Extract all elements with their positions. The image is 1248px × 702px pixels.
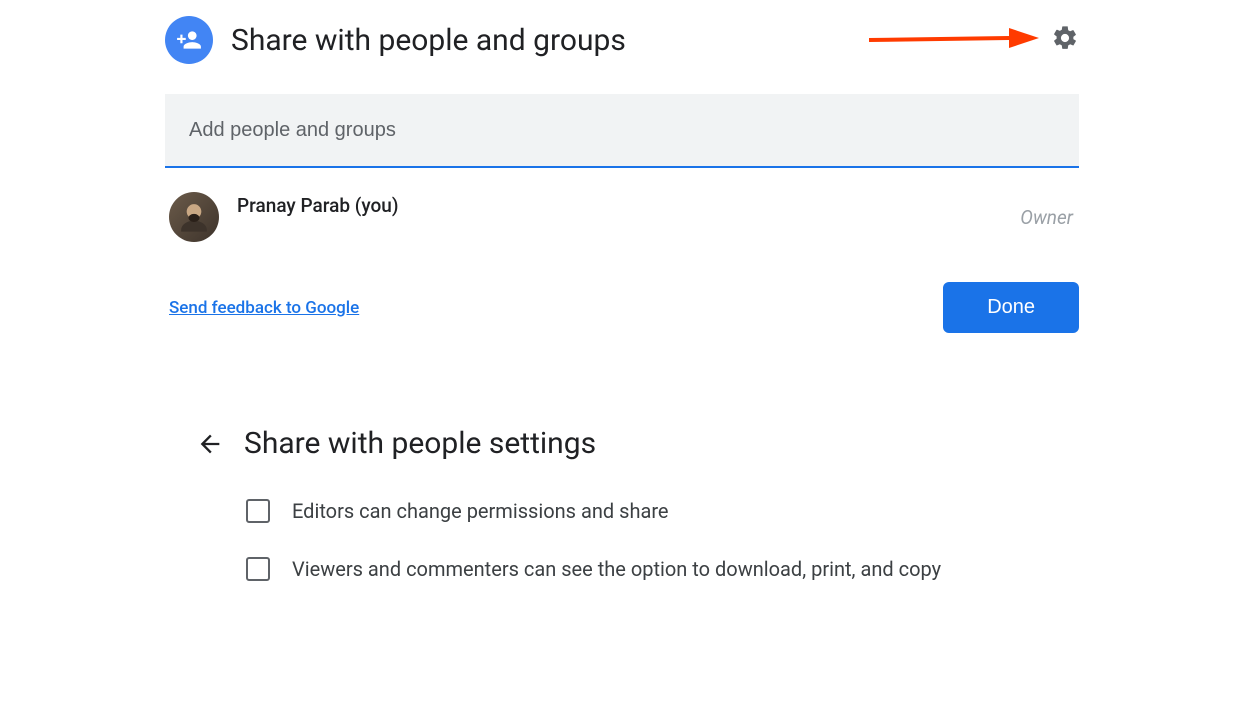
setting-label: Editors can change permissions and share xyxy=(292,499,669,523)
share-icon xyxy=(165,16,213,64)
add-people-field[interactable] xyxy=(165,94,1079,168)
share-settings-panel: Share with people settings Editors can c… xyxy=(196,426,1076,605)
settings-gear-icon[interactable] xyxy=(1051,24,1079,52)
checkbox-viewers[interactable] xyxy=(246,557,270,581)
checkbox-editors[interactable] xyxy=(246,499,270,523)
feedback-link[interactable]: Send feedback to Google xyxy=(169,298,359,318)
avatar xyxy=(169,192,219,242)
setting-row-editors: Editors can change permissions and share xyxy=(196,489,1076,533)
add-people-input[interactable] xyxy=(189,119,1055,142)
back-arrow-icon[interactable] xyxy=(196,430,224,458)
setting-label: Viewers and commenters can see the optio… xyxy=(292,557,941,581)
settings-header: Share with people settings xyxy=(196,426,1076,461)
settings-title: Share with people settings xyxy=(244,426,596,461)
dialog-header: Share with people and groups xyxy=(165,10,1079,94)
person-role: Owner xyxy=(1020,206,1073,229)
owner-row: Pranay Parab (you) Owner xyxy=(165,168,1079,262)
done-button[interactable]: Done xyxy=(943,282,1079,333)
share-dialog: Share with people and groups Pranay Para… xyxy=(165,10,1079,333)
setting-row-viewers: Viewers and commenters can see the optio… xyxy=(196,547,1076,591)
dialog-footer: Send feedback to Google Done xyxy=(165,262,1079,333)
person-name: Pranay Parab (you) xyxy=(237,194,1002,217)
dialog-title: Share with people and groups xyxy=(231,23,626,58)
annotation-arrow xyxy=(869,24,1039,56)
